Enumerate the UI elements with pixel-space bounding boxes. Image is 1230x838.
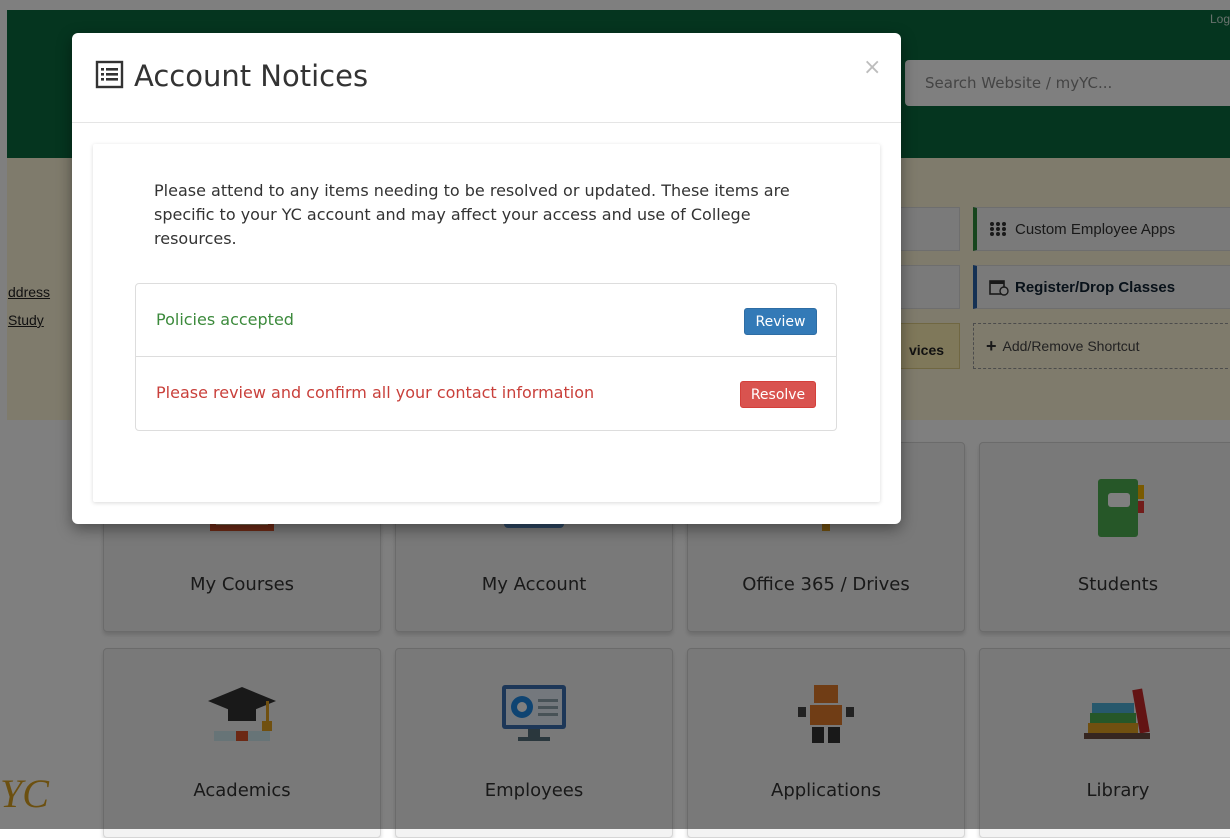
list-icon <box>95 60 124 89</box>
notice-text: Policies accepted <box>156 310 294 329</box>
close-icon[interactable]: × <box>863 55 881 80</box>
list-item: Policies accepted Review <box>136 284 836 357</box>
notices-list: Policies accepted Review Please review a… <box>135 283 837 431</box>
resolve-button[interactable]: Resolve <box>740 381 816 408</box>
account-notices-modal: Account Notices × Please attend to any i… <box>72 33 901 524</box>
list-item: Please review and confirm all your conta… <box>136 357 836 430</box>
review-button[interactable]: Review <box>744 308 817 335</box>
notices-panel: Please attend to any items needing to be… <box>93 144 880 502</box>
modal-header: Account Notices × <box>72 33 901 123</box>
notice-text: Please review and confirm all your conta… <box>156 383 595 402</box>
modal-title: Account Notices <box>134 59 369 93</box>
notices-intro: Please attend to any items needing to be… <box>154 181 790 248</box>
